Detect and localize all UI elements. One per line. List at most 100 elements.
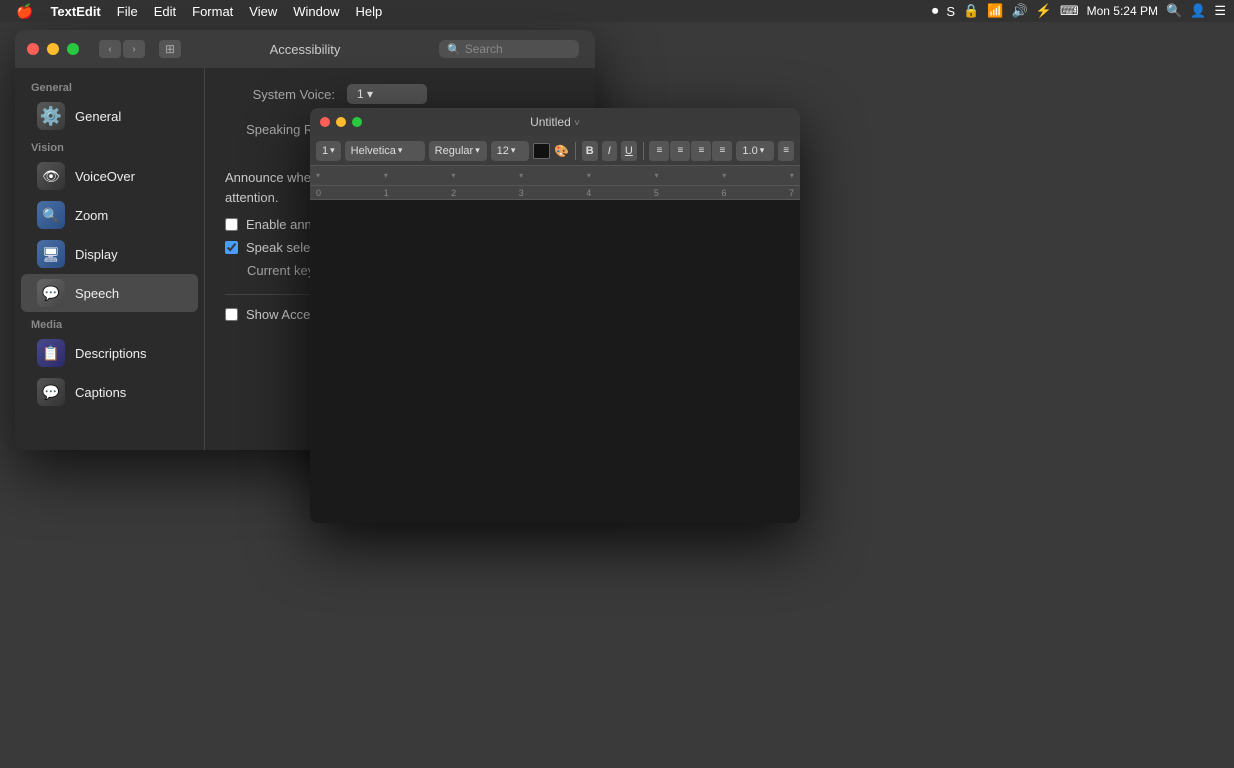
- te-close-button[interactable]: [320, 117, 330, 127]
- menubar-edit[interactable]: Edit: [147, 2, 183, 21]
- color-swatch[interactable]: [533, 143, 551, 159]
- te-titlebar: Untitled ˅: [310, 108, 800, 136]
- menubar-textedit[interactable]: TextEdit: [43, 2, 107, 21]
- sidebar-label-descriptions: Descriptions: [75, 346, 147, 361]
- current-key-label: Current key:: [247, 263, 318, 278]
- privacy-icon: 🔒: [963, 3, 979, 19]
- search-input[interactable]: [465, 42, 571, 56]
- menubar-left: 🍎 TextEdit File Edit Format View Window …: [8, 1, 928, 22]
- color-wheel[interactable]: 🎨: [554, 143, 569, 159]
- menubar-view[interactable]: View: [242, 2, 284, 21]
- te-title-chevron: ˅: [574, 118, 580, 129]
- spacing-dropdown[interactable]: 1.0 ▾: [736, 141, 774, 161]
- display-icon: 🖥: [37, 240, 65, 268]
- align-left-button[interactable]: ≡: [649, 141, 669, 161]
- window-nav: ‹ ›: [99, 40, 145, 58]
- avatar-icon[interactable]: 👤: [1190, 3, 1206, 19]
- align-group: ≡ ≡ ≡ ≡: [649, 141, 732, 161]
- volume-icon: 🔊: [1011, 3, 1027, 19]
- accessibility-status-checkbox[interactable]: [225, 308, 238, 321]
- sidebar-item-captions[interactable]: 💬 Captions: [21, 373, 198, 411]
- minimize-button[interactable]: [47, 43, 59, 55]
- te-minimize-button[interactable]: [336, 117, 346, 127]
- ruler-numbers: 0 1 2 3 4 5 6 7: [310, 186, 800, 200]
- list-button[interactable]: ≡: [778, 141, 794, 161]
- te-toolbar: 1 ▾ Helvetica ▾ Regular ▾ 12 ▾ 🎨 B I U ≡…: [310, 136, 800, 166]
- style-num-dropdown[interactable]: 1 ▾: [316, 141, 341, 161]
- system-voice-label: System Voice:: [225, 87, 335, 102]
- section-label-general: General: [15, 76, 204, 96]
- font-dropdown[interactable]: Helvetica ▾: [345, 141, 425, 161]
- sidebar-item-descriptions[interactable]: 📋 Descriptions: [21, 334, 198, 372]
- align-justify-button[interactable]: ≡: [712, 141, 732, 161]
- forward-button[interactable]: ›: [123, 40, 145, 58]
- toolbar-separator-2: [643, 142, 644, 160]
- system-voice-dropdown[interactable]: 1 ▾: [347, 84, 427, 104]
- window-search[interactable]: 🔍: [439, 40, 579, 58]
- sidebar-item-zoom[interactable]: 🔍 Zoom: [21, 196, 198, 234]
- descriptions-icon: 📋: [37, 339, 65, 367]
- toolbar-separator-1: [575, 142, 576, 160]
- align-center-button[interactable]: ≡: [670, 141, 690, 161]
- size-dropdown[interactable]: 12 ▾: [491, 141, 529, 161]
- italic-button[interactable]: I: [602, 141, 618, 161]
- te-maximize-button[interactable]: [352, 117, 362, 127]
- voiceover-icon: 👁: [37, 162, 65, 190]
- sidebar-item-speech[interactable]: 💬 Speech: [21, 274, 198, 312]
- menubar-window[interactable]: Window: [286, 2, 346, 21]
- speak-selected-checkbox[interactable]: [225, 241, 238, 254]
- wifi-icon: 📶: [987, 3, 1003, 19]
- section-label-vision: Vision: [15, 136, 204, 156]
- back-button[interactable]: ‹: [99, 40, 121, 58]
- record-icon: ⏺: [932, 3, 939, 19]
- menubar-time: Mon 5:24 PM: [1087, 4, 1158, 18]
- sidebar-item-display[interactable]: 🖥 Display: [21, 235, 198, 273]
- search-icon[interactable]: 🔍: [1166, 3, 1182, 19]
- window-title: Accessibility: [270, 42, 341, 57]
- skype-icon: S: [946, 4, 955, 19]
- menu-icon[interactable]: ☰: [1214, 3, 1226, 19]
- te-ruler: ▾ ▾ ▾ ▾ ▾ ▾ ▾ ▾: [310, 166, 800, 186]
- style-dropdown[interactable]: Regular ▾: [429, 141, 487, 161]
- align-right-button[interactable]: ≡: [691, 141, 711, 161]
- window-titlebar: ‹ › ⊞ Accessibility 🔍: [15, 30, 595, 68]
- ruler-mark: ▾: [587, 171, 591, 180]
- underline-button[interactable]: U: [621, 141, 637, 161]
- te-document[interactable]: [310, 200, 800, 523]
- ruler-mark: ▾: [655, 171, 659, 180]
- ruler-mark: ▾: [519, 171, 523, 180]
- menubar: 🍎 TextEdit File Edit Format View Window …: [0, 0, 1234, 22]
- zoom-icon: 🔍: [37, 201, 65, 229]
- ruler-mark: ▾: [451, 171, 455, 180]
- ruler-mark: ▾: [722, 171, 726, 180]
- textedit-window: Untitled ˅ 1 ▾ Helvetica ▾ Regular ▾ 12 …: [310, 108, 800, 523]
- ruler-mark: ▾: [384, 171, 388, 180]
- voice-value: 1 ▾: [357, 87, 373, 101]
- ruler-mark: ▾: [790, 171, 794, 180]
- sidebar-label-speech: Speech: [75, 286, 119, 301]
- sidebar: General ⚙️ General Vision 👁 VoiceOver 🔍 …: [15, 68, 205, 450]
- sidebar-label-voiceover: VoiceOver: [75, 169, 135, 184]
- close-button[interactable]: [27, 43, 39, 55]
- menubar-format[interactable]: Format: [185, 2, 240, 21]
- menubar-right: ⏺ S 🔒 📶 🔊 ⚡ ⌨ Mon 5:24 PM 🔍 👤 ☰: [932, 3, 1226, 19]
- ruler-mark: ▾: [316, 171, 320, 180]
- menubar-file[interactable]: File: [110, 2, 145, 21]
- sidebar-item-general[interactable]: ⚙️ General: [21, 97, 198, 135]
- sidebar-item-voiceover[interactable]: 👁 VoiceOver: [21, 157, 198, 195]
- maximize-button[interactable]: [67, 43, 79, 55]
- keyboard-icon: ⌨: [1060, 3, 1079, 19]
- grid-button[interactable]: ⊞: [159, 40, 181, 58]
- search-icon: 🔍: [447, 43, 461, 56]
- sidebar-label-captions: Captions: [75, 385, 126, 400]
- bold-button[interactable]: B: [582, 141, 598, 161]
- section-label-media: Media: [15, 313, 204, 333]
- general-icon: ⚙️: [37, 102, 65, 130]
- menubar-help[interactable]: Help: [349, 2, 390, 21]
- enable-announce-checkbox[interactable]: [225, 218, 238, 231]
- apple-menu[interactable]: 🍎: [8, 1, 41, 22]
- sidebar-label-zoom: Zoom: [75, 208, 108, 223]
- te-title: Untitled ˅: [530, 115, 580, 129]
- sidebar-label-general: General: [75, 109, 121, 124]
- captions-icon: 💬: [37, 378, 65, 406]
